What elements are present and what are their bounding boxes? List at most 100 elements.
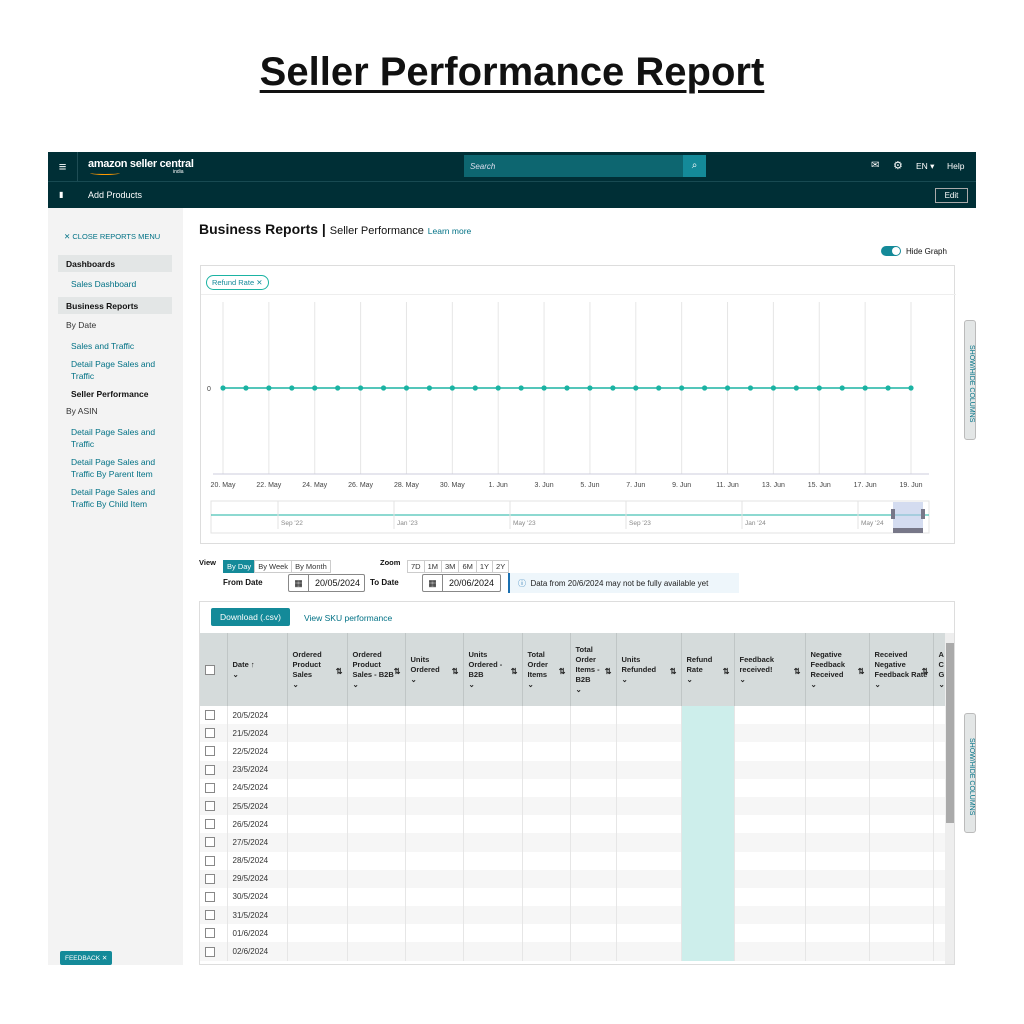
learn-more-link[interactable]: Learn more	[428, 226, 471, 236]
row-checkbox[interactable]	[205, 782, 215, 793]
sort-icon[interactable]: ⇅	[559, 667, 566, 677]
column-header[interactable]: Total Order Items ⇅ ⌄	[522, 633, 571, 706]
chevron-down-icon[interactable]: ⌄	[622, 675, 676, 685]
row-checkbox[interactable]	[205, 746, 215, 757]
view-by-month[interactable]: By Month	[291, 560, 331, 573]
from-date-input[interactable]: ▦ 20/05/2024	[288, 574, 365, 592]
metric-chip[interactable]: Refund Rate ✕	[206, 275, 269, 290]
sidebar-item-sales-dashboard[interactable]: Sales Dashboard	[71, 278, 171, 290]
table-scrollbar[interactable]	[945, 633, 954, 964]
row-checkbox[interactable]	[205, 946, 215, 957]
row-checkbox[interactable]	[205, 855, 215, 866]
column-header[interactable]: Ordered Product Sales - B2B ⇅ ⌄	[347, 633, 406, 706]
chevron-down-icon[interactable]: ⌄	[411, 675, 458, 685]
row-checkbox[interactable]	[205, 728, 215, 739]
view-sku-link[interactable]: View SKU performance	[304, 613, 392, 623]
sort-icon[interactable]: ⇅	[452, 667, 459, 677]
close-reports-menu[interactable]: ✕ CLOSE REPORTS MENU	[64, 232, 160, 241]
sidebar-item-detail-page[interactable]: Detail Page Sales and Traffic	[71, 358, 171, 382]
sidebar-item-asin-detail[interactable]: Detail Page Sales and Traffic	[71, 426, 171, 450]
chevron-down-icon[interactable]: ⌄	[233, 670, 282, 680]
hide-graph-toggle[interactable]	[881, 246, 901, 256]
sort-icon[interactable]: ⇅	[336, 667, 343, 677]
sort-icon[interactable]: ⇅	[922, 667, 929, 677]
row-checkbox[interactable]	[205, 928, 215, 939]
show-hide-columns-tab-bottom[interactable]: SHOW/HIDE COLUMNS	[964, 713, 976, 833]
data-cell	[869, 869, 934, 888]
row-checkbox[interactable]	[205, 910, 215, 921]
column-header[interactable]: Units Ordered ⇅ ⌄	[405, 633, 464, 706]
sidebar-item-sales-traffic[interactable]: Sales and Traffic	[71, 340, 171, 352]
sort-icon[interactable]: ⇅	[511, 667, 518, 677]
data-cell	[463, 906, 523, 925]
chevron-down-icon[interactable]: ⌄	[875, 680, 928, 690]
sort-icon[interactable]: ⇅	[723, 667, 730, 677]
sort-icon[interactable]: ⇅	[394, 667, 401, 677]
column-header[interactable]: Date ↑ ⌄	[227, 633, 288, 706]
row-checkbox[interactable]	[205, 801, 215, 812]
row-checkbox[interactable]	[205, 764, 215, 775]
sort-icon[interactable]: ⇅	[670, 667, 677, 677]
sort-ascending-icon[interactable]: ↑	[249, 660, 255, 669]
help-link[interactable]: Help	[947, 161, 964, 171]
zoom-6m[interactable]: 6M	[458, 560, 477, 573]
row-checkbox[interactable]	[205, 819, 215, 830]
chevron-down-icon[interactable]: ⌄	[939, 680, 945, 690]
chevron-down-icon[interactable]: ⌄	[740, 675, 800, 685]
sort-icon[interactable]: ⇅	[858, 667, 865, 677]
bookmark-add-products[interactable]: Add Products	[88, 190, 142, 200]
select-all-checkbox[interactable]	[205, 664, 215, 675]
column-header[interactable]: Total Order Items - B2B ⇅ ⌄	[570, 633, 617, 706]
download-csv-button[interactable]: Download (.csv)	[211, 608, 290, 626]
row-checkbox[interactable]	[205, 891, 215, 902]
chevron-down-icon[interactable]: ⌄	[528, 680, 565, 690]
bookmark-icon[interactable]: ▮	[59, 190, 63, 199]
view-by-week[interactable]: By Week	[254, 560, 293, 573]
zoom-1y[interactable]: 1Y	[475, 560, 494, 573]
mail-icon[interactable]: ✉	[871, 160, 879, 171]
menu-icon[interactable]: ≡	[48, 152, 78, 181]
chevron-down-icon[interactable]: ⌄	[353, 680, 400, 690]
column-header[interactable]: Feedback received! ⇅ ⌄	[734, 633, 806, 706]
column-header[interactable]: Ordered Product Sales ⇅ ⌄	[287, 633, 348, 706]
column-header[interactable]: Units Ordered - B2B ⇅ ⌄	[463, 633, 523, 706]
feedback-button[interactable]: FEEDBACK ✕	[60, 951, 113, 965]
sidebar-item-seller-performance[interactable]: Seller Performance	[71, 388, 171, 400]
data-cell	[734, 906, 806, 925]
sort-icon[interactable]: ⇅	[605, 667, 612, 677]
search-input[interactable]: Search	[464, 155, 683, 177]
column-header[interactable]: Negative Feedback Received ⇅ ⌄	[805, 633, 870, 706]
gear-icon[interactable]: ⚙	[893, 159, 903, 172]
data-cell	[805, 760, 870, 779]
column-header[interactable]: Units Refunded ⇅ ⌄	[616, 633, 682, 706]
zoom-2y[interactable]: 2Y	[492, 560, 510, 573]
data-point	[633, 385, 639, 391]
sort-icon[interactable]: ⇅	[794, 667, 801, 677]
data-cell	[869, 778, 934, 797]
data-cell	[287, 742, 348, 761]
column-header[interactable]: A C G ⌄	[933, 633, 946, 706]
sidebar-item-asin-child[interactable]: Detail Page Sales and Traffic By Child I…	[71, 486, 171, 510]
zoom-3m[interactable]: 3M	[441, 560, 460, 573]
chevron-down-icon[interactable]: ⌄	[811, 680, 864, 690]
chevron-down-icon[interactable]: ⌄	[293, 680, 342, 690]
show-hide-columns-tab-top[interactable]: SHOW/HIDE COLUMNS	[964, 320, 976, 440]
search-icon[interactable]: ⌕	[683, 155, 706, 177]
row-checkbox[interactable]	[205, 873, 215, 884]
row-checkbox[interactable]	[205, 710, 215, 721]
zoom-7d[interactable]: 7D	[407, 560, 425, 573]
column-header[interactable]: Refund Rate ⇅ ⌄	[681, 633, 735, 706]
to-date-input[interactable]: ▦ 20/06/2024	[422, 574, 501, 592]
column-header[interactable]: Received Negative Feedback Rate ⇅ ⌄	[869, 633, 934, 706]
row-checkbox[interactable]	[205, 837, 215, 848]
data-cell	[463, 796, 523, 816]
edit-button[interactable]: Edit	[935, 188, 968, 203]
chevron-down-icon[interactable]: ⌄	[469, 680, 517, 690]
language-selector[interactable]: EN ▾	[916, 161, 934, 172]
scrollbar-thumb[interactable]	[946, 643, 954, 823]
view-by-day[interactable]: By Day	[223, 560, 256, 573]
sidebar-item-asin-parent[interactable]: Detail Page Sales and Traffic By Parent …	[71, 456, 171, 480]
data-cell	[734, 760, 806, 779]
chevron-down-icon[interactable]: ⌄	[576, 685, 611, 695]
zoom-1m[interactable]: 1M	[423, 560, 443, 573]
